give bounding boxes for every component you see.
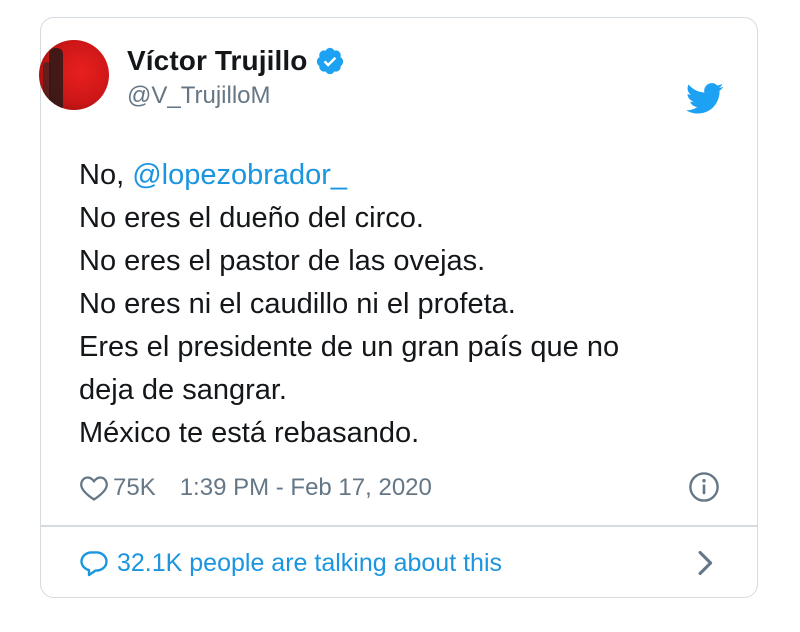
- author-name-row: Víctor Trujillo: [127, 44, 345, 78]
- verified-badge-icon: [317, 47, 344, 75]
- tweet-meta: 75K 1:39 PM - Feb 17, 2020: [79, 470, 729, 506]
- tweet-line-1-prefix: No,: [79, 159, 133, 191]
- tweet-timestamp[interactable]: 1:39 PM - Feb 17, 2020: [180, 474, 432, 502]
- tweet-line-4: No eres ni el caudillo ni el profeta.: [79, 288, 516, 320]
- author-handle[interactable]: @V_TrujilloM: [127, 82, 271, 110]
- avatar-figure: [49, 48, 63, 108]
- avatar[interactable]: [39, 40, 109, 110]
- conversation-link[interactable]: 32.1K people are talking about this: [79, 545, 729, 581]
- like-count[interactable]: 75K: [113, 474, 156, 502]
- tweet-header: Víctor Trujillo @V_TrujilloM: [39, 40, 724, 114]
- tweet-text: No, @lopezobrador_ No eres el dueño del …: [79, 154, 719, 455]
- chevron-right-icon[interactable]: [695, 549, 715, 577]
- tweet-line-3: No eres el pastor de las ovejas.: [79, 245, 486, 277]
- speech-bubble-icon: [80, 551, 108, 577]
- heart-icon[interactable]: [79, 474, 109, 502]
- twitter-bird-icon[interactable]: [686, 83, 724, 115]
- tweet-line-2: No eres el dueño del circo.: [79, 202, 424, 234]
- footer-divider: [40, 525, 758, 527]
- tweet-line-7: México te está rebasando.: [79, 417, 420, 449]
- tweet-line-6: deja de sangrar.: [79, 374, 287, 406]
- tweet-line-1: No, @lopezobrador_: [79, 154, 719, 197]
- author-display-name[interactable]: Víctor Trujillo: [127, 45, 307, 77]
- mention-link[interactable]: @lopezobrador_: [132, 159, 347, 191]
- tweet-line-5: Eres el presidente de un gran país que n…: [79, 331, 620, 363]
- info-icon[interactable]: [688, 471, 720, 503]
- conversation-text[interactable]: 32.1K people are talking about this: [117, 549, 502, 578]
